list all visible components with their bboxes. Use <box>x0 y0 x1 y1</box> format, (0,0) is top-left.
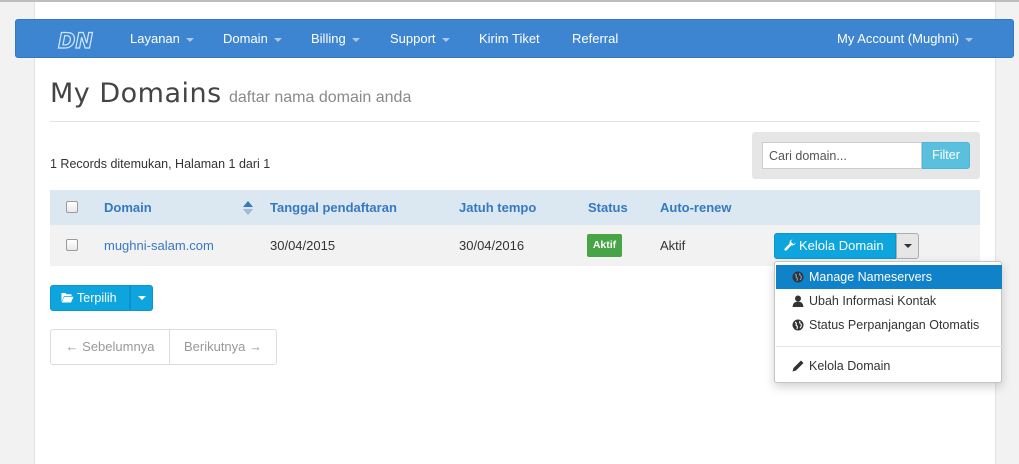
menu-item-manage-domain[interactable]: Kelola Domain <box>776 354 1002 378</box>
column-header-domain[interactable]: Domain <box>104 190 152 225</box>
nav-item-my-account[interactable]: My Account (Mughni) <box>837 20 974 59</box>
nav-item-billing[interactable]: Billing <box>311 20 360 59</box>
nav-item-kirim-tiket[interactable]: Kirim Tiket <box>479 20 540 59</box>
status-badge: Aktif <box>587 234 622 257</box>
logo-icon[interactable]: DN <box>56 28 100 52</box>
pagination: ← Sebelumnya Berikutnya → <box>50 329 277 365</box>
nav-item-layanan[interactable]: Layanan <box>130 20 194 59</box>
registration-date: 30/04/2015 <box>270 238 336 253</box>
nav-item-label: Referral <box>572 31 619 46</box>
nav-item-support[interactable]: Support <box>390 20 450 59</box>
menu-divider <box>776 346 1002 347</box>
chevron-down-icon <box>351 37 360 42</box>
manage-domain-button[interactable]: Kelola Domain <box>774 233 896 259</box>
user-icon <box>792 295 804 307</box>
nav-item-label: Layanan <box>130 31 180 46</box>
manage-domain-dropdown-toggle[interactable] <box>896 233 919 259</box>
column-header-status[interactable]: Status <box>588 190 628 225</box>
auto-renew-value: Aktif <box>660 238 686 253</box>
domain-link[interactable]: mughni-salam.com <box>104 225 214 266</box>
menu-item-label: Ubah Informasi Kontak <box>809 294 937 308</box>
menu-item-auto-renew-status[interactable]: Status Perpanjangan Otomatis <box>776 313 1002 337</box>
divider <box>50 121 980 122</box>
table-header: Domain Tanggal pendaftaran Jatuh tempo S… <box>50 190 980 225</box>
column-header-due-date[interactable]: Jatuh tempo <box>459 190 536 225</box>
column-header-registration-date[interactable]: Tanggal pendaftaran <box>270 190 397 225</box>
records-count-text: 1 Records ditemukan, Halaman 1 dari 1 <box>50 157 271 171</box>
nav-item-label: Support <box>390 31 436 46</box>
select-all-checkbox[interactable] <box>66 201 78 213</box>
column-header-auto-renew[interactable]: Auto-renew <box>660 190 732 225</box>
chevron-down-icon <box>904 244 912 248</box>
search-input[interactable] <box>762 142 922 169</box>
manage-domain-label: Kelola Domain <box>799 238 884 253</box>
chevron-down-icon <box>441 37 450 42</box>
search-panel: Filter <box>752 132 980 179</box>
nav-item-label: My Account (Mughni) <box>837 31 960 46</box>
nav-item-domain[interactable]: Domain <box>223 20 282 59</box>
nav-item-label: Billing <box>311 31 346 46</box>
folder-open-icon <box>61 293 74 303</box>
globe-icon <box>792 271 804 283</box>
selected-actions-dropdown-toggle[interactable] <box>130 285 153 311</box>
due-date: 30/04/2016 <box>459 238 525 253</box>
globe-icon <box>792 319 804 331</box>
selected-actions-button[interactable]: Terpilih <box>50 285 130 311</box>
chevron-down-icon <box>273 37 282 42</box>
menu-item-label: Manage Nameservers <box>809 270 932 284</box>
chevron-down-icon <box>185 37 194 42</box>
row-checkbox[interactable] <box>66 239 78 251</box>
page-title: My Domains <box>50 78 222 109</box>
menu-item-label: Kelola Domain <box>809 359 891 373</box>
menu-item-label: Status Perpanjangan Otomatis <box>809 318 980 332</box>
logo-text: DN <box>58 29 93 52</box>
nav-item-label: Domain <box>223 31 268 46</box>
filter-button[interactable]: Filter <box>922 142 970 169</box>
pencil-icon <box>792 360 804 372</box>
chevron-down-icon <box>965 37 974 42</box>
menu-item-manage-nameservers[interactable]: Manage Nameservers <box>776 265 1002 289</box>
menu-item-edit-contact[interactable]: Ubah Informasi Kontak <box>776 289 1002 313</box>
wrench-icon <box>784 239 796 251</box>
selected-actions-label: Terpilih <box>77 291 117 305</box>
top-navbar: DN Layanan Domain Billing Support Kirim … <box>15 19 1014 58</box>
pagination-next-button[interactable]: Berikutnya → <box>170 330 276 364</box>
pagination-prev-button[interactable]: ← Sebelumnya <box>51 330 169 364</box>
page-subtitle: daftar nama domain anda <box>229 89 412 106</box>
manage-domain-menu: Manage Nameservers Ubah Informasi Kontak… <box>774 261 1002 383</box>
nav-item-label: Kirim Tiket <box>479 31 540 46</box>
sort-icon[interactable] <box>243 200 253 216</box>
chevron-down-icon <box>138 296 146 300</box>
nav-item-referral[interactable]: Referral <box>572 20 618 59</box>
